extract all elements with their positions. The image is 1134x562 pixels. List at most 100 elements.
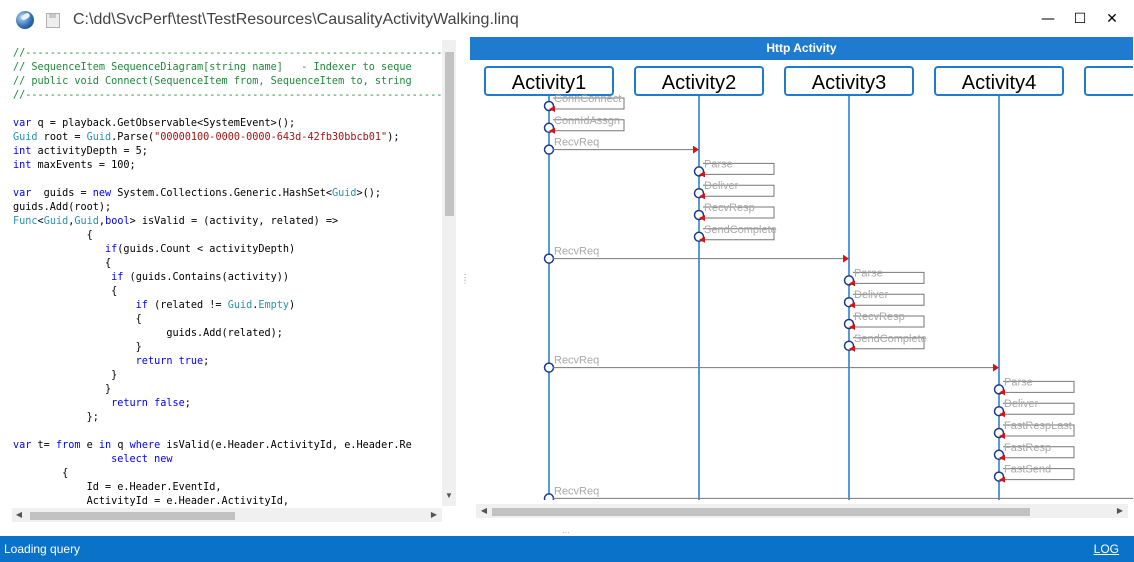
code-token: activityDepth = 5;: [31, 146, 148, 157]
code-token: where: [129, 440, 161, 451]
code-line[interactable]: if(guids.Count < activityDepth): [13, 243, 441, 257]
code-line[interactable]: return false;: [13, 397, 441, 411]
code-token: int: [13, 160, 32, 171]
code-line[interactable]: //--------------------------------------…: [13, 47, 441, 61]
code-line[interactable]: int maxEvents = 100;: [13, 159, 441, 173]
code-token: }: [13, 370, 118, 381]
code-line[interactable]: }: [13, 383, 441, 397]
diagram-scroll-right-arrow-icon[interactable]: ▶: [1114, 505, 1126, 517]
diagram-scroll-left-arrow-icon[interactable]: ◀: [478, 505, 490, 517]
code-line[interactable]: guids.Add(related);: [13, 327, 441, 341]
code-line[interactable]: var guids = new System.Collections.Gener…: [13, 187, 441, 201]
message-label: SendComplete: [854, 333, 927, 345]
code-token: Id = e.Header.EventId,: [13, 482, 222, 493]
code-token: if: [111, 272, 124, 283]
message-arrowhead: [693, 145, 699, 154]
code-token: Guid: [86, 132, 112, 143]
window-title: C:\dd\SvcPerf\test\TestResources\Causali…: [73, 11, 519, 28]
log-link[interactable]: LOG: [1094, 542, 1119, 556]
message-label: RecvResp: [854, 311, 905, 323]
status-bar: Loading query LOG: [0, 536, 1134, 562]
code-line[interactable]: return true;: [13, 355, 441, 369]
code-line[interactable]: }: [13, 369, 441, 383]
code-horizontal-scroll-thumb[interactable]: [30, 512, 235, 520]
code-token: guids.Add(related);: [13, 328, 283, 339]
scroll-left-arrow-icon[interactable]: ◀: [13, 509, 25, 521]
diagram-header: Http Activity: [470, 37, 1133, 60]
code-line[interactable]: guids.Add(root);: [13, 201, 441, 215]
code-line[interactable]: //--------------------------------------…: [13, 89, 441, 103]
code-token: var: [13, 188, 32, 199]
code-line[interactable]: // public void Connect(SequenceItem from…: [13, 75, 441, 89]
code-line[interactable]: int activityDepth = 5;: [13, 145, 441, 159]
code-token: int: [13, 146, 32, 157]
message-label: SendComplete: [704, 224, 777, 236]
code-token: var: [13, 440, 32, 451]
code-line[interactable]: [13, 173, 441, 187]
message-label: Deliver: [1004, 398, 1039, 410]
code-token: (guids.Contains(activity)): [123, 272, 290, 283]
code-line[interactable]: if (guids.Contains(activity)): [13, 271, 441, 285]
scroll-right-arrow-icon[interactable]: ▶: [428, 509, 440, 521]
code-token: bool: [105, 216, 130, 227]
code-token: {: [13, 314, 142, 325]
code-line[interactable]: [13, 103, 441, 117]
code-line[interactable]: var q = playback.GetObservable<SystemEve…: [13, 117, 441, 131]
code-line[interactable]: {: [13, 313, 441, 327]
code-line[interactable]: {: [13, 285, 441, 299]
activation-circle: [543, 362, 555, 373]
code-token: Guid: [43, 216, 69, 227]
scroll-down-arrow-icon[interactable]: ▼: [443, 490, 455, 502]
sequence-diagram: Activity1Activity2Activity3Activity4AcCo…: [484, 66, 1133, 500]
code-line[interactable]: [13, 425, 441, 439]
code-line[interactable]: };: [13, 411, 441, 425]
diagram-horizontal-scroll-thumb[interactable]: [492, 508, 1030, 516]
message-label: Parse: [854, 267, 883, 279]
code-token: isValid(e.Header.ActivityId, e.Header.Re: [160, 440, 412, 451]
code-vertical-scroll-thumb[interactable]: [445, 52, 454, 216]
code-token: ): [289, 300, 296, 311]
save-icon[interactable]: [46, 13, 60, 28]
code-line[interactable]: {: [13, 257, 441, 271]
code-token: {: [13, 230, 93, 241]
code-line[interactable]: var t= from e in q where isValid(e.Heade…: [13, 439, 441, 453]
lifeline-label: Activity2: [662, 72, 736, 94]
code-line[interactable]: Id = e.Header.EventId,: [13, 481, 441, 495]
close-button[interactable]: ✕: [1101, 8, 1123, 30]
lifeline-label: Activity1: [512, 72, 586, 94]
code-token: //--------------------------------------…: [13, 48, 441, 59]
code-token: e: [80, 440, 99, 451]
code-text-area[interactable]: //--------------------------------------…: [13, 47, 441, 507]
code-line[interactable]: ActivityId = e.Header.ActivityId,: [13, 495, 441, 507]
maximize-button[interactable]: ☐: [1069, 8, 1091, 30]
minimize-button[interactable]: —: [1037, 8, 1059, 30]
code-token: Empty: [258, 300, 290, 311]
code-line[interactable]: select new: [13, 453, 441, 467]
vertical-splitter-grip-icon[interactable]: ⋮ ⋮: [461, 274, 469, 285]
code-token: in: [98, 440, 112, 451]
code-line[interactable]: if (related != Guid.Empty): [13, 299, 441, 313]
code-token: }: [13, 342, 142, 353]
code-line[interactable]: {: [13, 229, 441, 243]
code-token: .Parse(: [111, 132, 155, 143]
code-editor[interactable]: //--------------------------------------…: [0, 40, 456, 528]
code-token: System.Collections.Generic.HashSet<: [111, 188, 332, 199]
lifeline-label: Activity3: [812, 72, 886, 94]
code-line[interactable]: Guid root = Guid.Parse("00000100-0000-00…: [13, 131, 441, 145]
message-label: FastSend: [1004, 464, 1051, 476]
message-label: Deliver: [854, 289, 889, 301]
activation-circle: [543, 144, 555, 155]
code-line[interactable]: {: [13, 467, 441, 481]
code-line[interactable]: // SequenceItem SequenceDiagram[string n…: [13, 61, 441, 75]
code-line[interactable]: Func<Guid,Guid,bool> isValid = (activity…: [13, 215, 441, 229]
code-token: (related !=: [147, 300, 228, 311]
message-label: RecvReq: [554, 355, 599, 367]
code-line[interactable]: }: [13, 341, 441, 355]
code-token: var: [13, 118, 32, 129]
activation-circle: [543, 253, 555, 264]
